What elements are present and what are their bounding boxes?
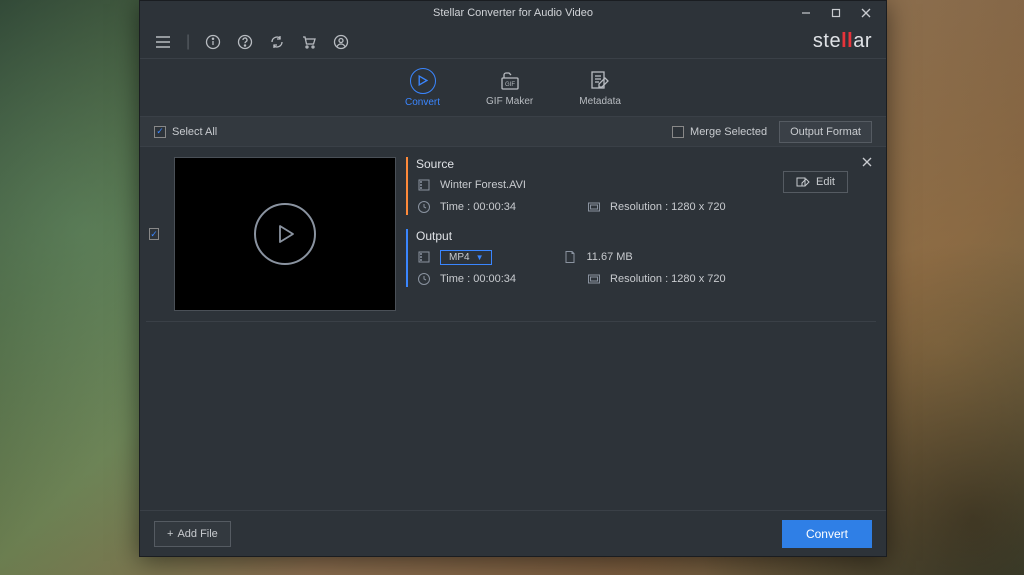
cart-icon[interactable] bbox=[300, 33, 318, 51]
user-icon[interactable] bbox=[332, 33, 350, 51]
merge-selected-checkbox[interactable]: Merge Selected bbox=[672, 126, 767, 138]
footer-bar: + Add File Convert bbox=[140, 510, 886, 556]
tab-label: Convert bbox=[405, 97, 440, 108]
clock-icon bbox=[416, 271, 432, 287]
tab-metadata[interactable]: Metadata bbox=[579, 69, 621, 107]
title-bar: Stellar Converter for Audio Video bbox=[140, 1, 886, 25]
source-heading: Source bbox=[416, 157, 852, 171]
convert-icon bbox=[410, 68, 436, 94]
file-icon bbox=[416, 177, 432, 193]
select-all-checkbox[interactable]: Select All bbox=[154, 126, 217, 138]
mode-tabs: Convert GIF GIF Maker Metadata bbox=[140, 59, 886, 117]
select-all-label: Select All bbox=[172, 126, 217, 138]
output-format-dropdown[interactable]: MP4▼ bbox=[440, 250, 492, 265]
top-toolbar: | stellar bbox=[140, 25, 886, 59]
info-icon[interactable] bbox=[204, 33, 222, 51]
resolution-icon bbox=[586, 271, 602, 287]
tab-label: GIF Maker bbox=[486, 96, 533, 107]
convert-button[interactable]: Convert bbox=[782, 520, 872, 548]
play-icon bbox=[254, 203, 316, 265]
refresh-icon[interactable] bbox=[268, 33, 286, 51]
add-file-button[interactable]: + Add File bbox=[154, 521, 231, 547]
source-time: Time : 00:00:34 bbox=[440, 201, 516, 213]
source-resolution: Resolution : 1280 x 720 bbox=[610, 201, 726, 213]
file-list: Source Winter Forest.AVI Time : 00:00:34… bbox=[140, 147, 886, 510]
close-icon bbox=[862, 157, 872, 167]
output-time: Time : 00:00:34 bbox=[440, 273, 516, 285]
resolution-icon bbox=[586, 199, 602, 215]
app-title: Stellar Converter for Audio Video bbox=[433, 7, 593, 19]
output-resolution: Resolution : 1280 x 720 bbox=[610, 273, 726, 285]
minimize-button[interactable] bbox=[792, 3, 820, 23]
checkbox-icon bbox=[672, 126, 684, 138]
output-section: Output MP4▼ 11.67 MB bbox=[406, 229, 852, 287]
chevron-down-icon: ▼ bbox=[476, 253, 484, 262]
tab-convert[interactable]: Convert bbox=[405, 68, 440, 108]
file-icon bbox=[416, 249, 432, 265]
merge-selected-label: Merge Selected bbox=[690, 126, 767, 138]
help-icon[interactable] bbox=[236, 33, 254, 51]
metadata-icon bbox=[588, 69, 612, 93]
output-format-button[interactable]: Output Format bbox=[779, 121, 872, 143]
file-item: Source Winter Forest.AVI Time : 00:00:34… bbox=[146, 153, 876, 322]
gif-icon: GIF bbox=[498, 69, 522, 93]
plus-icon: + bbox=[167, 528, 173, 540]
menu-icon[interactable] bbox=[154, 33, 172, 51]
edit-button[interactable]: Edit bbox=[783, 171, 848, 193]
document-icon bbox=[562, 249, 578, 265]
tab-gif-maker[interactable]: GIF GIF Maker bbox=[486, 69, 533, 107]
checkbox-icon bbox=[154, 126, 166, 138]
brand-logo: stellar bbox=[813, 30, 872, 53]
remove-item-button[interactable] bbox=[858, 153, 876, 171]
options-bar: Select All Merge Selected Output Format bbox=[140, 117, 886, 147]
source-filename: Winter Forest.AVI bbox=[440, 179, 526, 191]
clock-icon bbox=[416, 199, 432, 215]
output-heading: Output bbox=[416, 229, 852, 243]
edit-icon bbox=[796, 176, 810, 188]
output-size: 11.67 MB bbox=[586, 251, 632, 263]
tab-label: Metadata bbox=[579, 96, 621, 107]
close-window-button[interactable] bbox=[852, 3, 880, 23]
app-window: Stellar Converter for Audio Video | stel… bbox=[139, 0, 887, 557]
svg-text:GIF: GIF bbox=[505, 82, 515, 88]
video-thumbnail[interactable] bbox=[174, 157, 396, 311]
item-checkbox[interactable] bbox=[149, 228, 159, 240]
maximize-button[interactable] bbox=[822, 3, 850, 23]
